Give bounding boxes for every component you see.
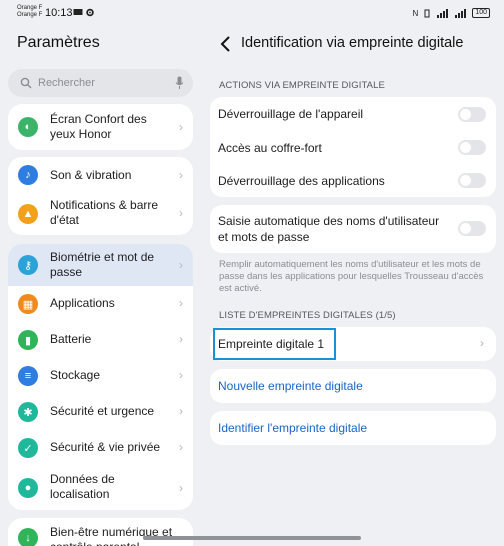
carrier-info: Orange F Orange F bbox=[17, 5, 43, 18]
settings-group-main: ⚷ Biométrie et mot de passe › ▦ Applicat… bbox=[8, 244, 193, 510]
autofill-toggle[interactable] bbox=[458, 221, 486, 236]
action-row-unlock-device[interactable]: Déverrouillage de l'appareil bbox=[210, 97, 496, 131]
sidebar-item-location[interactable]: ● Données de localisation › bbox=[8, 466, 193, 510]
volume-icon: ♪ bbox=[18, 165, 38, 185]
back-arrow-icon[interactable] bbox=[219, 35, 233, 53]
location-icon: ● bbox=[18, 478, 38, 498]
sidebar-item-biometrics[interactable]: ⚷ Biométrie et mot de passe › bbox=[8, 244, 193, 286]
emergency-icon: ✱ bbox=[18, 402, 38, 422]
sidebar-item-storage[interactable]: ≡ Stockage › bbox=[8, 358, 193, 394]
bell-icon: ▲ bbox=[18, 204, 38, 224]
identify-fingerprint-card: Identifier l'empreinte digitale bbox=[210, 411, 496, 445]
eye-comfort-icon: ◐ bbox=[18, 117, 38, 137]
chevron-right-icon: › bbox=[179, 296, 183, 310]
chevron-right-icon: › bbox=[179, 258, 183, 272]
signal-icon-1 bbox=[437, 8, 449, 18]
fingerprint-highlight-box bbox=[213, 328, 336, 360]
settings-group-display: ◐ Écran Confort des yeux Honor › bbox=[8, 104, 193, 150]
vibrate-icon bbox=[424, 9, 430, 17]
app-unlock-toggle[interactable] bbox=[458, 173, 486, 188]
new-fingerprint-button[interactable]: Nouvelle empreinte digitale bbox=[210, 369, 496, 403]
sidebar-item-sound[interactable]: ♪ Son & vibration › bbox=[8, 157, 193, 193]
autofill-hint: Remplir automatiquement les noms d'utili… bbox=[219, 259, 484, 294]
chevron-right-icon: › bbox=[179, 332, 183, 346]
chevron-right-icon: › bbox=[179, 481, 183, 495]
screen-icon bbox=[73, 9, 83, 15]
sidebar-item-applications[interactable]: ▦ Applications › bbox=[8, 286, 193, 322]
gear-icon bbox=[86, 8, 94, 17]
action-row-safe-access[interactable]: Accès au coffre-fort bbox=[210, 131, 496, 164]
privacy-icon: ✓ bbox=[18, 438, 38, 458]
page-title: Paramètres bbox=[17, 34, 100, 51]
chevron-right-icon: › bbox=[179, 206, 183, 220]
status-icons: N 100 bbox=[413, 8, 490, 18]
signal-icon-2 bbox=[455, 8, 467, 18]
chevron-right-icon: › bbox=[179, 440, 183, 454]
sidebar-item-battery[interactable]: ▮ Batterie › bbox=[8, 322, 193, 358]
section-header-actions: ACTIONS VIA EMPREINTE DIGITALE bbox=[219, 80, 385, 91]
chevron-right-icon: › bbox=[179, 404, 183, 418]
home-indicator[interactable] bbox=[143, 536, 361, 540]
search-input[interactable]: Rechercher bbox=[8, 69, 193, 97]
status-bar: Orange F Orange F 10:13 N 100 bbox=[0, 0, 504, 28]
microphone-icon[interactable] bbox=[175, 76, 184, 90]
fingerprint-actions-card: Déverrouillage de l'appareil Accès au co… bbox=[210, 97, 496, 197]
identify-fingerprint-button[interactable]: Identifier l'empreinte digitale bbox=[210, 411, 496, 445]
wellbeing-icon: ↓ bbox=[18, 528, 38, 546]
sidebar-item-eye-comfort[interactable]: ◐ Écran Confort des yeux Honor › bbox=[8, 104, 193, 150]
chevron-right-icon: › bbox=[179, 368, 183, 382]
new-fingerprint-card: Nouvelle empreinte digitale bbox=[210, 369, 496, 403]
chevron-right-icon: › bbox=[480, 336, 484, 350]
autofill-card: Saisie automatique des noms d'utilisateu… bbox=[210, 205, 496, 253]
autofill-row[interactable]: Saisie automatique des noms d'utilisateu… bbox=[210, 205, 496, 253]
detail-title: Identification via empreinte digitale bbox=[241, 35, 464, 51]
action-row-app-unlock[interactable]: Déverrouillage des applications bbox=[210, 164, 496, 197]
sidebar-item-emergency[interactable]: ✱ Sécurité et urgence › bbox=[8, 394, 193, 430]
sidebar-item-wellbeing[interactable]: ↓ Bien-être numérique et contrôle parent… bbox=[8, 518, 193, 546]
safe-access-toggle[interactable] bbox=[458, 140, 486, 155]
sidebar-item-notifications[interactable]: ▲ Notifications & barre d'état › bbox=[8, 193, 193, 235]
settings-group-sound: ♪ Son & vibration › ▲ Notifications & ba… bbox=[8, 157, 193, 235]
search-placeholder: Rechercher bbox=[38, 77, 95, 89]
apps-icon: ▦ bbox=[18, 294, 38, 314]
clock: 10:13 bbox=[45, 7, 73, 19]
battery-icon: 100 bbox=[472, 8, 490, 18]
storage-icon: ≡ bbox=[18, 366, 38, 386]
chevron-right-icon: › bbox=[179, 120, 183, 134]
settings-group-wellbeing: ↓ Bien-être numérique et contrôle parent… bbox=[8, 518, 193, 546]
chevron-right-icon: › bbox=[179, 168, 183, 182]
key-icon: ⚷ bbox=[18, 255, 38, 275]
battery-icon: ▮ bbox=[18, 330, 38, 350]
section-header-fingerprints: LISTE D'EMPREINTES DIGITALES (1/5) bbox=[219, 310, 396, 321]
nfc-icon: N bbox=[412, 8, 419, 18]
search-icon bbox=[20, 77, 32, 89]
sidebar-item-privacy[interactable]: ✓ Sécurité & vie privée › bbox=[8, 430, 193, 466]
unlock-device-toggle[interactable] bbox=[458, 107, 486, 122]
